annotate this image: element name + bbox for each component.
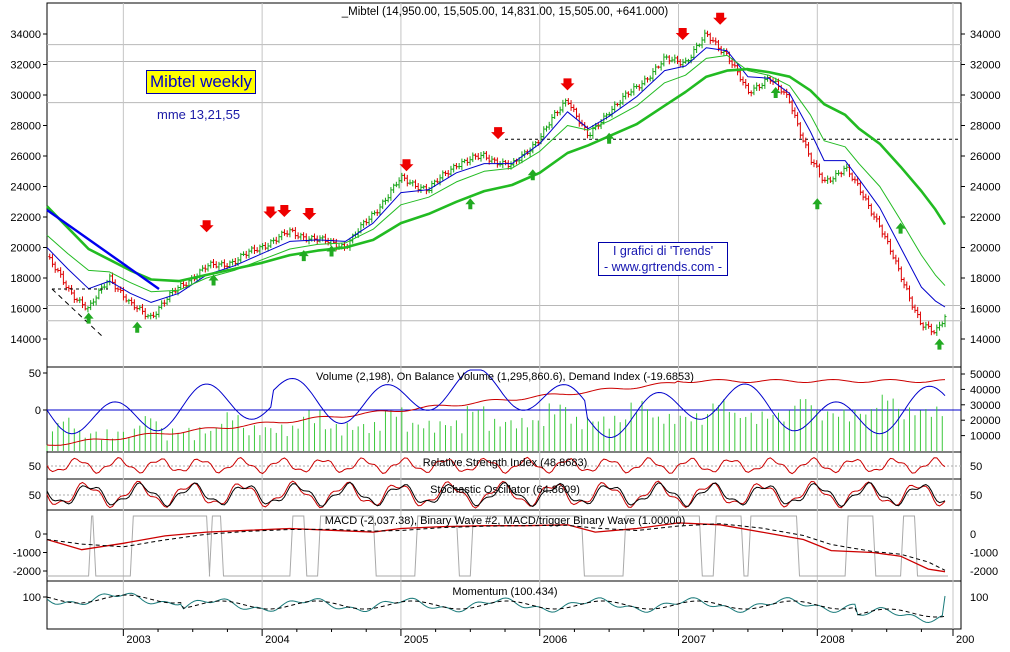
y-tick-label-left: 18000 — [10, 273, 41, 285]
panel-titles: _Mibtel (14,950.00, 15,505.00, 14,831.00… — [316, 6, 694, 598]
macd-left-tick-label: -2000 — [13, 566, 41, 578]
sell-signal-arrow — [560, 78, 575, 91]
buy-signal-arrow — [770, 86, 781, 98]
rsi-right-tick-label: 50 — [970, 461, 982, 473]
macd-left-tick-label: -1000 — [13, 548, 41, 560]
x-tick-label: 2006 — [543, 634, 567, 646]
buy-signal-arrow — [465, 198, 476, 210]
sell-signal-arrow — [399, 159, 414, 172]
credit-line-1: I grafici di 'Trends' — [612, 244, 714, 258]
macd-left-tick-label: 0 — [35, 529, 41, 541]
volume-right-tick-label: 10000 — [970, 431, 1001, 443]
y-tick-label-right: 32000 — [970, 60, 1001, 72]
momentum-panel-title: Momentum (100.434) — [452, 586, 557, 598]
momentum-left-tick-label: 100 — [23, 592, 41, 604]
y-tick-label-left: 14000 — [10, 334, 41, 346]
y-tick-label-right: 26000 — [970, 151, 1001, 163]
macd-right-tick-label: -1000 — [970, 548, 998, 560]
y-tick-label-right: 34000 — [970, 29, 1001, 41]
volume-left-tick-label: 50 — [29, 368, 41, 380]
y-tick-label-left: 30000 — [10, 90, 41, 102]
momentum-right-tick-label: 100 — [970, 592, 988, 604]
y-tick-label-right: 30000 — [970, 90, 1001, 102]
stochastic-left-tick-label: 50 — [29, 490, 41, 502]
volume-right-tick-label: 30000 — [970, 400, 1001, 412]
macd-trigger-line — [46, 523, 946, 571]
volume-right-tick-label: 50000 — [970, 369, 1001, 381]
y-tick-label-right: 16000 — [970, 304, 1001, 316]
macd-right-tick-label: 0 — [970, 529, 976, 541]
chart-badge-mibtel-weekly: Mibtel weekly — [146, 70, 257, 94]
sell-signal-arrow — [675, 28, 690, 41]
buy-signal-arrow — [812, 198, 823, 210]
grid-lines — [47, 3, 961, 629]
y-tick-label-left: 26000 — [10, 151, 41, 163]
y-tick-label-left: 24000 — [10, 182, 41, 194]
moving-average-label: mme 13,21,55 — [157, 107, 241, 122]
x-tick-label: 2008 — [820, 634, 844, 646]
sell-signal-arrow — [277, 204, 292, 217]
buy-signal-arrow — [132, 321, 143, 333]
sell-signal-arrow — [491, 127, 506, 140]
macd-right-tick-label: -2000 — [970, 566, 998, 578]
volume-right-tick-label: 40000 — [970, 384, 1001, 396]
volume-panel-title: Volume (2,198), On Balance Volume (1,295… — [316, 371, 694, 383]
support-trend-line — [51, 288, 104, 338]
panel-frame-0 — [46, 2, 962, 368]
y-tick-label-left: 34000 — [10, 29, 41, 41]
buy-signal-arrow — [895, 222, 906, 234]
price-panel — [46, 12, 947, 350]
chart-root: 14000 14000 16000 16000 18000 18000 20000 20000… — [0, 0, 1010, 647]
sell-signal-arrow — [199, 220, 214, 233]
y-tick-label-right: 20000 — [970, 243, 1001, 255]
credit-box[interactable]: I grafici di 'Trends' - www.grtrends.com… — [598, 242, 729, 276]
buy-signal-arrow — [83, 312, 94, 324]
y-tick-label-right: 18000 — [970, 273, 1001, 285]
y-tick-label-right: 22000 — [970, 212, 1001, 224]
sell-signal-arrow — [263, 206, 278, 219]
buy-signal-arrow — [208, 274, 219, 286]
credit-line-2[interactable]: - www.grtrends.com - — [604, 259, 722, 275]
y-tick-label-left: 20000 — [10, 243, 41, 255]
panel-frames — [46, 2, 962, 630]
y-tick-label-left: 32000 — [10, 60, 41, 72]
volume-right-tick-label: 20000 — [970, 415, 1001, 427]
x-tick-label: 2005 — [404, 634, 428, 646]
main-chart-title: _Mibtel (14,950.00, 15,505.00, 14,831.00… — [341, 6, 669, 18]
macd-line — [46, 522, 946, 573]
sell-signal-arrow — [713, 12, 728, 25]
x-tick-label: 2007 — [682, 634, 706, 646]
y-tick-label-right: 28000 — [970, 121, 1001, 133]
stochastic-right-tick-label: 50 — [970, 490, 982, 502]
indicator-panels — [46, 369, 961, 624]
y-tick-label-left: 16000 — [10, 304, 41, 316]
stochastic-panel-title: Stochastic Oscillator (64.8609) — [430, 484, 580, 496]
buy-signal-arrow — [934, 338, 945, 350]
buy-signal-arrow — [326, 245, 337, 257]
x-tick-label: 2003 — [126, 634, 150, 646]
on-balance-volume-line — [46, 378, 946, 446]
y-tick-label-left: 28000 — [10, 121, 41, 133]
chart-svg: 14000 1400016000 1600018000 1800020000 20000… — [10, 2, 1001, 646]
moving-average-line-3 — [46, 67, 947, 283]
y-tick-label-right: 14000 — [970, 334, 1001, 346]
rsi-left-tick-label: 50 — [29, 461, 41, 473]
y-tick-label-right: 24000 — [970, 182, 1001, 194]
volume-left-tick-label: 0 — [35, 405, 41, 417]
x-tick-label: 200 — [956, 634, 974, 646]
rsi-panel-title: Relative Strength Index (48.8683) — [423, 457, 588, 469]
sell-signal-arrow — [302, 208, 317, 220]
y-tick-label-left: 22000 — [10, 212, 41, 224]
macd-panel-title: MACD (-2,037.38), Binary Wave #2, MACD/t… — [325, 515, 685, 527]
x-tick-label: 2004 — [265, 634, 289, 646]
